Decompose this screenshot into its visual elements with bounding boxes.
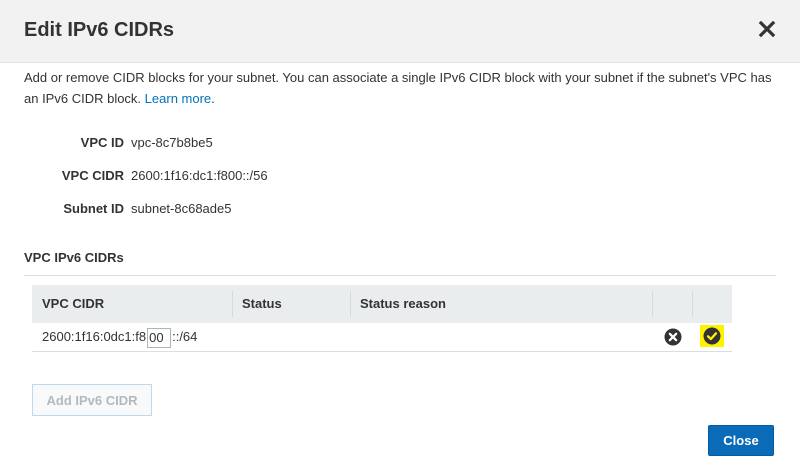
cidr-prefix: 2600:1f16:0dc1:f8 [42, 329, 147, 344]
vpc-id-label: VPC ID [80, 135, 124, 150]
section-divider [24, 275, 776, 276]
dialog-title: Edit IPv6 CIDRs [24, 19, 175, 41]
close-x-icon[interactable] [758, 20, 776, 38]
subnet-id-value: subnet-8c68ade5 [131, 201, 232, 216]
vpc-cidr-value: 2600:1f16:dc1:f800::/56 [131, 168, 268, 183]
detail-row-vpc-id: VPC ID vpc-8c7b8be5 [0, 133, 400, 153]
table-row: 2600:1f16:0dc1:f8 00::/64 [32, 323, 732, 352]
cidr-segment-input[interactable]: 00 [147, 327, 172, 348]
detail-row-vpc-cidr: VPC CIDR 2600:1f16:dc1:f800::/56 [0, 166, 400, 186]
column-header-status: Status [242, 296, 282, 311]
column-header-status-reason: Status reason [360, 296, 446, 311]
remove-circle-icon[interactable] [664, 328, 682, 346]
confirm-highlight [700, 325, 724, 347]
column-divider [652, 291, 653, 317]
column-divider [692, 291, 693, 317]
vpc-cidr-label: VPC CIDR [61, 168, 124, 183]
intro-suffix: . [211, 91, 215, 106]
detail-row-subnet-id: Subnet ID subnet-8c68ade5 [0, 199, 400, 219]
cidr-value: 2600:1f16:0dc1:f8 00::/64 [42, 327, 198, 348]
table-header: VPC CIDR Status Status reason [32, 285, 732, 323]
intro-text: Add or remove CIDR blocks for your subne… [24, 67, 776, 109]
add-ipv6-cidr-button[interactable]: Add IPv6 CIDR [32, 384, 152, 416]
close-button[interactable]: Close [708, 425, 774, 456]
edit-ipv6-cidrs-dialog: Edit IPv6 CIDRs Add or remove CIDR block… [0, 0, 800, 470]
column-header-vpc-cidr: VPC CIDR [42, 296, 105, 311]
intro-description: Add or remove CIDR blocks for your subne… [24, 70, 772, 106]
section-title: VPC IPv6 CIDRs [24, 250, 124, 265]
confirm-check-icon[interactable] [703, 327, 721, 345]
ipv6-cidr-table: VPC CIDR Status Status reason 2600:1f16:… [32, 285, 732, 352]
subnet-id-label: Subnet ID [63, 201, 124, 216]
dialog-header: Edit IPv6 CIDRs [0, 0, 800, 63]
learn-more-link[interactable]: Learn more [145, 91, 211, 106]
vpc-id-value: vpc-8c7b8be5 [131, 135, 213, 150]
cidr-suffix: ::/64 [172, 329, 198, 344]
